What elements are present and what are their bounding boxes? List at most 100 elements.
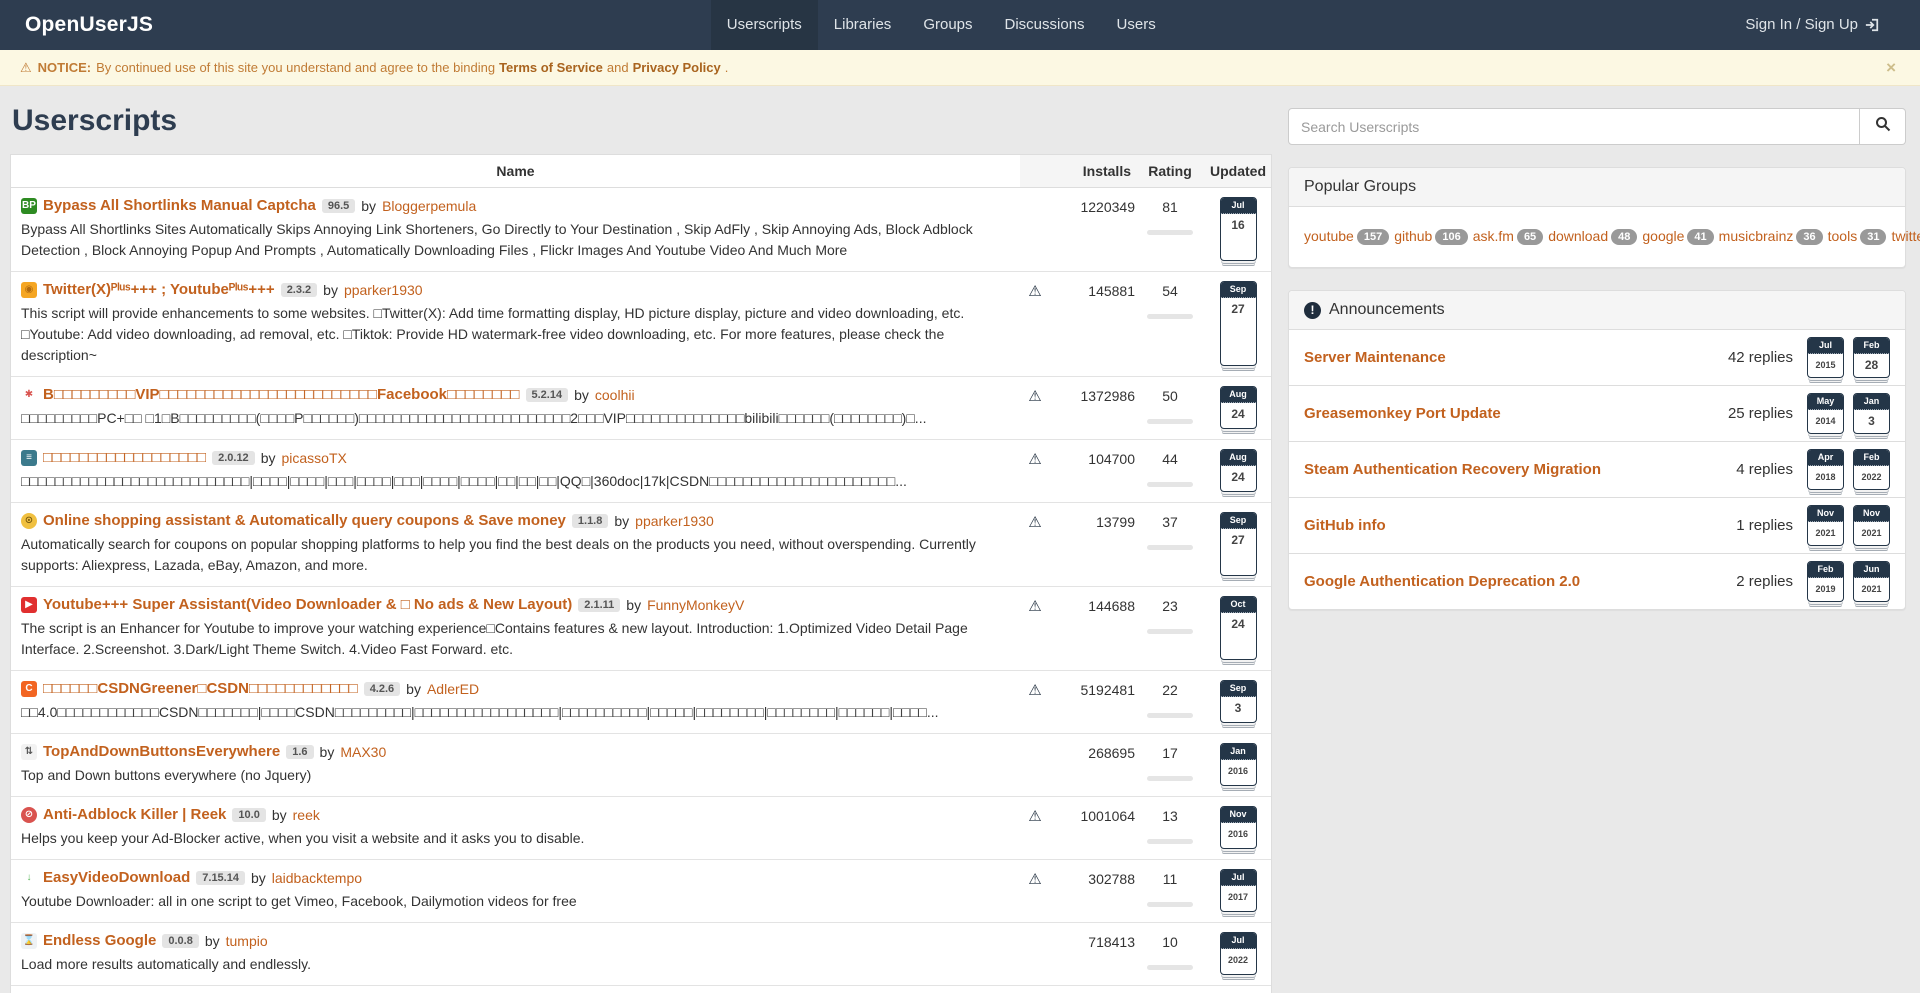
announcement-link[interactable]: Greasemonkey Port Update (1304, 405, 1728, 422)
author-link[interactable]: reek (293, 807, 320, 823)
by-label: by (406, 681, 421, 697)
group-tag: musicbrainz36 (1719, 228, 1823, 244)
flag-warning-icon: ⚠ (1028, 451, 1041, 468)
script-title-link[interactable]: Twitter(X)ᴾˡᵘˢ+++ ; Youtubeᴾˡᵘˢ+++ (43, 281, 275, 298)
author-link[interactable]: tumpio (226, 933, 268, 949)
calendar-month: Jul (1221, 870, 1256, 886)
close-icon[interactable]: × (1886, 59, 1896, 76)
announcement-link[interactable]: Google Authentication Deprecation 2.0 (1304, 573, 1736, 590)
announcement-link[interactable]: Server Maintenance (1304, 349, 1728, 366)
announcement-created-calendar-icon: May 2014 (1807, 393, 1844, 434)
script-title-link[interactable]: □□□□□□CSDNGreener□CSDN□□□□□□□□□□□□ (43, 680, 358, 697)
script-row: ↓ EasyVideoDownload 7.15.14 by laidbackt… (11, 859, 1271, 922)
rating-value: 81 (1162, 199, 1178, 215)
script-icon: ⊙ (21, 513, 37, 529)
announcement-item: Steam Authentication Recovery Migration … (1289, 441, 1905, 497)
search-button[interactable] (1860, 108, 1906, 145)
announcement-exclamation-icon: ! (1304, 302, 1321, 319)
flag-warning-icon: ⚠ (1028, 871, 1041, 888)
script-icon: ◉ (21, 282, 37, 298)
group-tag-link[interactable]: google (1642, 228, 1684, 244)
column-header-updated[interactable]: Updated (1205, 155, 1271, 187)
script-row: BP Bypass All Shortlinks Manual Captcha … (11, 188, 1271, 271)
script-title-link[interactable]: EasyVideoDownload (43, 869, 190, 886)
rating-value: 37 (1162, 514, 1178, 530)
author-link[interactable]: picassoTX (281, 450, 346, 466)
version-badge: 1.1.8 (572, 514, 608, 528)
updated-calendar-icon: Oct 24 (1220, 596, 1257, 660)
rating-value: 10 (1162, 934, 1178, 950)
column-header-installs[interactable]: Installs (1050, 155, 1135, 187)
search-input[interactable] (1288, 108, 1860, 145)
rating-bar (1147, 419, 1193, 424)
script-icon: ↓ (21, 870, 37, 886)
group-tag-count-badge: 65 (1517, 229, 1543, 245)
nav-item[interactable]: Users (1101, 0, 1172, 50)
rating-value: 17 (1162, 745, 1178, 761)
script-title-link[interactable]: □□□□□□□□□□□□□□□□□□ (43, 449, 206, 466)
popular-groups-header: Popular Groups (1289, 168, 1905, 207)
script-title-link[interactable]: B□□□□□□□□□VIP□□□□□□□□□□□□□□□□□□□□□□□□Fac… (43, 386, 520, 403)
announcement-created-calendar-icon: Feb 2019 (1807, 561, 1844, 602)
top-navbar: OpenUserJS UserscriptsLibrariesGroupsDis… (0, 0, 1920, 50)
calendar-value: 2016 (1221, 760, 1256, 783)
script-title-link[interactable]: Bypass All Shortlinks Manual Captcha (43, 197, 316, 214)
author-link[interactable]: laidbacktempo (272, 870, 362, 886)
script-row: ◉ Twitter(X)ᴾˡᵘˢ+++ ; Youtubeᴾˡᵘˢ+++ 2.3… (11, 271, 1271, 376)
by-label: by (320, 744, 335, 760)
sign-in-label: Sign In / Sign Up (1745, 0, 1858, 50)
author-link[interactable]: AdlerED (427, 681, 479, 697)
author-link[interactable]: FunnyMonkeyV (647, 597, 744, 613)
announcement-link[interactable]: GitHub info (1304, 517, 1736, 534)
calendar-month: Sep (1221, 681, 1256, 697)
script-title-link[interactable]: Youtube+++ Super Assistant(Video Downloa… (43, 596, 572, 613)
column-header-name[interactable]: Name (11, 155, 1020, 187)
nav-item[interactable]: Discussions (989, 0, 1101, 50)
calendar-month: Feb (1854, 338, 1889, 354)
calendar-value: 2014 (1808, 410, 1843, 433)
group-tag-link[interactable]: github (1394, 228, 1432, 244)
author-link[interactable]: pparker1930 (635, 513, 714, 529)
script-title-link[interactable]: Anti-Adblock Killer | Reek (43, 806, 226, 823)
by-label: by (614, 513, 629, 529)
column-header-rating[interactable]: Rating (1135, 155, 1205, 187)
nav-item[interactable]: Libraries (818, 0, 908, 50)
nav-item[interactable]: Groups (907, 0, 988, 50)
script-title-link[interactable]: Endless Google (43, 932, 156, 949)
version-badge: 2.0.12 (212, 451, 255, 465)
script-row: C □□□□□□CSDNGreener□CSDN□□□□□□□□□□□□ 4.2… (11, 670, 1271, 733)
script-row: ▶ YouTube Center 2.1.7 by YePpHa YouTube… (11, 985, 1271, 993)
group-tag-link[interactable]: ask.fm (1473, 228, 1514, 244)
flag-warning-icon: ⚠ (1028, 283, 1041, 300)
brand-logo[interactable]: OpenUserJS (25, 13, 153, 37)
group-tag-link[interactable]: musicbrainz (1719, 228, 1794, 244)
group-tag-link[interactable]: youtube (1304, 228, 1354, 244)
updated-calendar-icon: Sep 27 (1220, 512, 1257, 576)
terms-of-service-link[interactable]: Terms of Service (499, 60, 603, 75)
calendar-month: Sep (1221, 282, 1256, 298)
group-tag-link[interactable]: twitter (1891, 228, 1920, 244)
author-link[interactable]: coolhii (595, 387, 635, 403)
announcement-link[interactable]: Steam Authentication Recovery Migration (1304, 461, 1736, 478)
rating-bar (1147, 839, 1193, 844)
script-description: Load more results automatically and endl… (21, 954, 1010, 975)
group-tag-link[interactable]: download (1548, 228, 1608, 244)
script-title-link[interactable]: Online shopping assistant & Automaticall… (43, 512, 566, 529)
script-icon: ▶ (21, 597, 37, 613)
sign-in-button[interactable]: Sign In / Sign Up (1729, 0, 1895, 50)
script-title-link[interactable]: TopAndDownButtonsEverywhere (43, 743, 280, 760)
author-link[interactable]: Bloggerpemula (382, 198, 476, 214)
rating-value: 50 (1162, 388, 1178, 404)
script-description: Top and Down buttons everywhere (no Jque… (21, 765, 1010, 786)
privacy-policy-link[interactable]: Privacy Policy (633, 60, 721, 75)
author-link[interactable]: pparker1930 (344, 282, 423, 298)
flag-warning-icon: ⚠ (1028, 598, 1041, 615)
version-badge: 7.15.14 (196, 871, 245, 885)
installs-count: 718413 (1050, 932, 1135, 975)
author-link[interactable]: MAX30 (340, 744, 386, 760)
page-title: Userscripts (12, 104, 1272, 138)
updated-calendar-icon: Sep 3 (1220, 680, 1257, 723)
nav-item[interactable]: Userscripts (711, 0, 818, 50)
installs-count: 1220349 (1050, 197, 1135, 261)
group-tag-link[interactable]: tools (1828, 228, 1858, 244)
